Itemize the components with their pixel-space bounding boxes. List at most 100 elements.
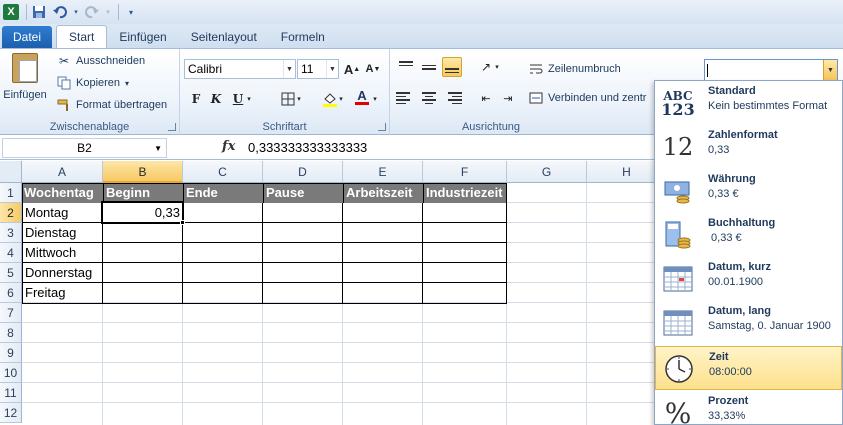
align-bottom-icon[interactable] xyxy=(442,57,462,77)
name-box-dropdown-icon[interactable]: ▼ xyxy=(154,144,162,153)
format-option-number[interactable]: 12 Zahlenformat 0,33 xyxy=(655,125,842,169)
format-option-time[interactable]: Zeit 08:00:00 xyxy=(655,346,842,390)
fill-handle[interactable] xyxy=(180,220,185,225)
row-header-6[interactable]: 6 xyxy=(0,283,22,303)
align-left-icon[interactable] xyxy=(396,88,416,108)
font-color-icon[interactable]: A xyxy=(352,87,372,107)
tab-page-layout[interactable]: Seitenlayout xyxy=(179,26,269,48)
undo-icon[interactable] xyxy=(51,3,69,21)
fill-color-dropdown-icon[interactable]: ▾ xyxy=(336,89,346,109)
column-header-c[interactable]: C xyxy=(183,161,263,183)
decrease-indent-icon[interactable]: ⇤ xyxy=(476,88,496,108)
merge-center-button[interactable]: Verbinden und zentr xyxy=(528,91,646,105)
underline-dropdown-icon[interactable]: ▾ xyxy=(244,89,254,109)
row-header-8[interactable]: 8 xyxy=(0,323,22,343)
font-family-value: Calibri xyxy=(188,62,223,76)
tab-file[interactable]: Datei xyxy=(2,26,53,48)
customize-toolbar-icon[interactable]: ▾ xyxy=(122,3,140,21)
row-header-9[interactable]: 9 xyxy=(0,343,22,363)
select-all-corner[interactable] xyxy=(0,161,22,183)
format-option-date-long[interactable]: Datum, lang Samstag, 0. Januar 1900 xyxy=(655,301,842,345)
font-group: Calibri ▼ 11 ▼ A ▲ A ▼ F K U ▾ ▾ ▾ A ▾ Sch… xyxy=(180,49,390,135)
column-header-e[interactable]: E xyxy=(343,161,423,183)
tab-formulas[interactable]: Formeln xyxy=(269,26,337,48)
cell-a6[interactable]: Freitag xyxy=(23,283,102,303)
tab-insert[interactable]: Einfügen xyxy=(107,26,178,48)
row-header-4[interactable]: 4 xyxy=(0,243,22,263)
undo-dropdown-icon[interactable]: ▾ xyxy=(72,3,80,21)
cell-a2[interactable]: Montag xyxy=(23,203,102,223)
cut-button[interactable]: ✂ Ausschneiden xyxy=(56,54,145,68)
borders-dropdown-icon[interactable]: ▾ xyxy=(294,89,304,109)
increase-indent-icon[interactable]: ⇥ xyxy=(498,88,518,108)
row-header-2[interactable]: 2 xyxy=(0,203,22,223)
format-option-percent[interactable]: % Prozent 33,33% xyxy=(655,391,842,425)
redo-dropdown-icon[interactable]: ▾ xyxy=(104,3,112,21)
formula-input[interactable]: 0,333333333333333 xyxy=(248,140,367,155)
font-launcher-icon[interactable] xyxy=(378,123,386,131)
cell-a1[interactable]: Wochentag xyxy=(22,183,103,203)
row-header-1[interactable]: 1 xyxy=(0,183,22,203)
copy-button[interactable]: Kopieren ▾ xyxy=(56,76,129,90)
cell-a3[interactable]: Dienstag xyxy=(23,223,102,243)
orientation-dropdown-icon[interactable]: ▾ xyxy=(492,57,502,77)
row-header-5[interactable]: 5 xyxy=(0,263,22,283)
clipboard-launcher-icon[interactable] xyxy=(168,123,176,131)
cut-label: Ausschneiden xyxy=(76,55,146,67)
font-family-dropdown-icon[interactable]: ▼ xyxy=(283,60,295,78)
number-format-combo[interactable]: ▼ xyxy=(704,59,838,81)
row-header-12[interactable]: 12 xyxy=(0,403,22,423)
column-header-a[interactable]: A xyxy=(22,161,103,183)
column-header-f[interactable]: F xyxy=(423,161,507,183)
column-header-d[interactable]: D xyxy=(263,161,343,183)
percent-glyph: % xyxy=(664,396,692,425)
save-icon[interactable] xyxy=(30,3,48,21)
bold-button[interactable]: F xyxy=(186,89,206,109)
clipboard-group-label: Zwischenablage xyxy=(49,121,130,133)
row-header-7[interactable]: 7 xyxy=(0,303,22,323)
font-color-dropdown-icon[interactable]: ▾ xyxy=(370,89,380,109)
grow-font-icon[interactable]: A ▲ xyxy=(342,59,362,79)
number-format-dropdown-icon[interactable]: ▼ xyxy=(823,60,837,80)
column-header-g[interactable]: G xyxy=(507,161,587,183)
format-option-accounting[interactable]: Buchhaltung 0,33 € xyxy=(655,213,842,257)
row-header-11[interactable]: 11 xyxy=(0,383,22,403)
copy-dropdown-icon[interactable]: ▾ xyxy=(125,79,129,88)
number-12-icon: 12 xyxy=(661,130,695,164)
paste-label: Einfügen xyxy=(3,89,47,101)
cell-b1[interactable]: Beginn xyxy=(103,183,183,203)
cell-e1[interactable]: Arbeitszeit xyxy=(343,183,423,203)
row-header-3[interactable]: 3 xyxy=(0,223,22,243)
format-option-date-short[interactable]: Datum, kurz 00.01.1900 xyxy=(655,257,842,301)
cell-c1[interactable]: Ende xyxy=(183,183,263,203)
format-title: Währung xyxy=(708,173,756,185)
font-family-combo[interactable]: Calibri ▼ xyxy=(184,59,296,79)
insert-function-icon[interactable]: fx xyxy=(222,139,235,154)
format-painter-label: Format übertragen xyxy=(76,99,168,111)
format-option-currency[interactable]: Währung 0,33 € xyxy=(655,169,842,213)
align-middle-icon[interactable] xyxy=(419,57,439,77)
wrap-text-button[interactable]: Zeilenumbruch xyxy=(528,62,621,76)
cell-f1[interactable]: Industriezeit xyxy=(423,183,507,203)
cell-a5[interactable]: Donnerstag xyxy=(23,263,102,283)
tab-start[interactable]: Start xyxy=(56,25,108,48)
cell-d1[interactable]: Pause xyxy=(263,183,343,203)
align-top-icon[interactable] xyxy=(396,57,416,77)
shrink-font-icon[interactable]: A ▼ xyxy=(363,59,383,79)
format-painter-button[interactable]: Format übertragen xyxy=(56,98,167,112)
row-header-10[interactable]: 10 xyxy=(0,363,22,383)
clock-icon xyxy=(662,352,696,386)
excel-app-icon[interactable]: X xyxy=(2,3,20,21)
redo-icon[interactable] xyxy=(83,3,101,21)
gridline xyxy=(586,183,587,425)
font-size-dropdown-icon[interactable]: ▼ xyxy=(326,60,338,78)
font-size-combo[interactable]: 11 ▼ xyxy=(297,59,339,79)
paste-button[interactable]: Einfügen xyxy=(2,53,48,101)
column-header-b[interactable]: B xyxy=(103,161,183,183)
align-right-icon[interactable] xyxy=(442,88,462,108)
cell-a4[interactable]: Mittwoch xyxy=(23,243,102,263)
format-option-standard[interactable]: ABC 123 Standard Kein bestimmtes Format xyxy=(655,81,842,125)
name-box[interactable]: B2 ▼ xyxy=(2,138,167,158)
italic-button[interactable]: K xyxy=(206,89,226,109)
align-center-icon[interactable] xyxy=(419,88,439,108)
